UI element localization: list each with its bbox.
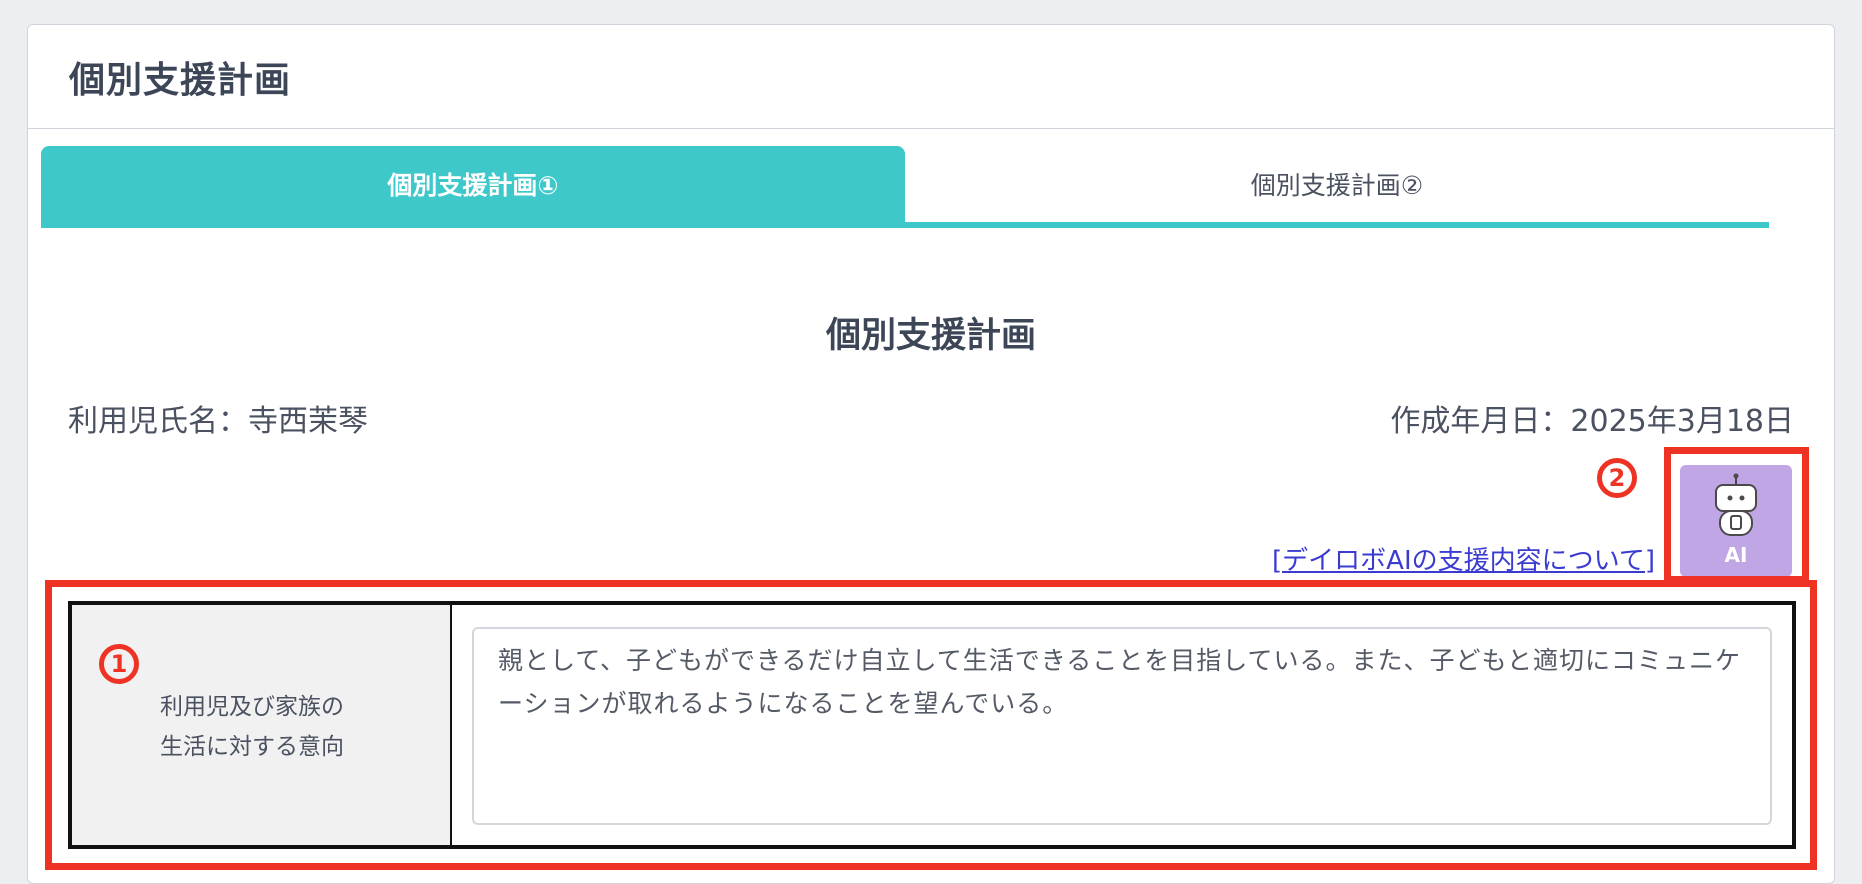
created-date: 作成年月日：2025年3月18日 xyxy=(1390,404,1794,439)
panel-header: 個別支援計画 xyxy=(28,25,1834,129)
annotation-marker-2: 2 xyxy=(1597,458,1637,498)
ai-support-info-link[interactable]: [デイロボAIの支援内容について] xyxy=(1272,540,1655,577)
tab-support-plan-2[interactable]: 個別支援計画② xyxy=(905,146,1769,222)
plan-tab-bar: 個別支援計画① 個別支援計画② xyxy=(41,146,1769,228)
annotation-box-ai-button xyxy=(1664,447,1809,583)
child-name: 利用児氏名：寺西茉琴 xyxy=(68,404,368,439)
page-title: 個別支援計画 xyxy=(69,60,292,101)
tab-support-plan-1[interactable]: 個別支援計画① xyxy=(41,146,905,222)
annotation-marker-1: 1 xyxy=(99,644,139,684)
section-title: 個別支援計画 xyxy=(825,316,1036,356)
annotation-box-field xyxy=(45,580,1817,870)
